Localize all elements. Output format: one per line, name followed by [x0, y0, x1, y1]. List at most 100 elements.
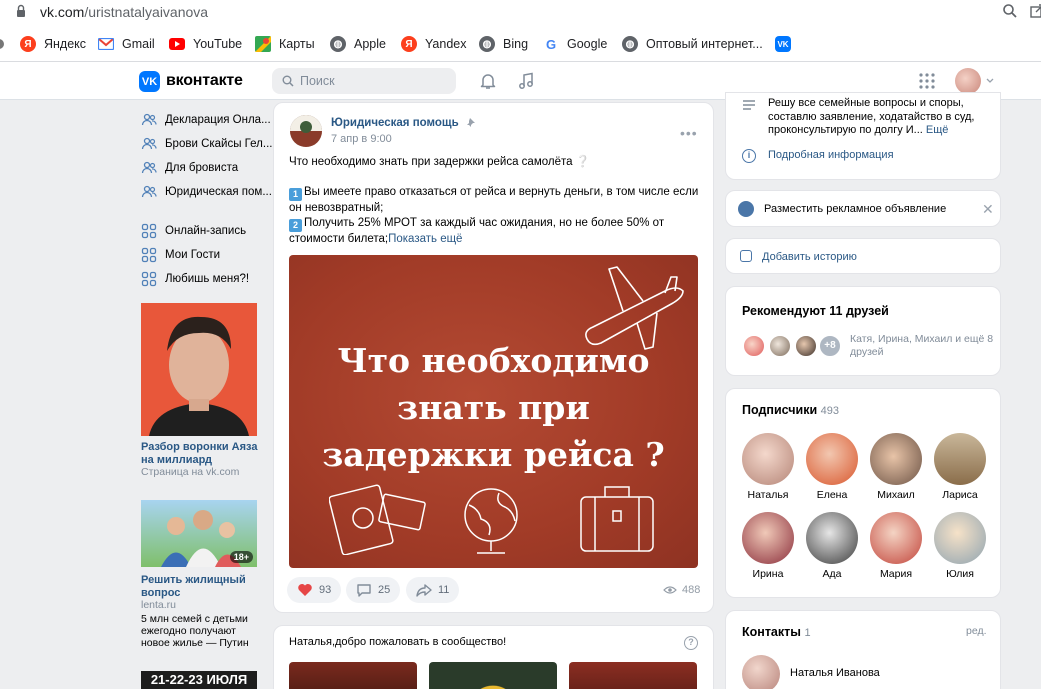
url-host: vk.com [40, 4, 85, 20]
globe-icon [464, 488, 518, 554]
vk-logo-icon[interactable]: VK [139, 71, 160, 92]
post-author-name[interactable]: Юридическая помощь [331, 117, 476, 129]
share-icon[interactable] [1030, 4, 1041, 18]
post-image[interactable]: Что необходимо знать при задержки рейса … [289, 255, 698, 568]
ad2-image[interactable]: 18+ [141, 500, 257, 567]
age-badge: 18+ [229, 551, 253, 563]
ad-title[interactable]: Разбор воронки Аяза на миллиард [141, 441, 261, 467]
comment-button[interactable]: 25 [346, 577, 401, 603]
views-counter: 488 [663, 584, 700, 596]
info-icon: i [742, 149, 756, 163]
close-icon[interactable]: ✕ [982, 201, 994, 218]
post2-image-1[interactable] [289, 662, 417, 689]
avatar [934, 433, 986, 485]
chevron-down-icon[interactable] [986, 78, 994, 84]
show-more-link[interactable]: Показать ещё [388, 233, 462, 245]
contact-avatar[interactable] [742, 655, 780, 689]
sidebar-app-2[interactable]: Мои Гости [141, 245, 220, 265]
bookmark-google[interactable]: G Google [543, 34, 607, 54]
lock-icon [17, 4, 25, 17]
add-story-card[interactable]: Добавить историю [725, 238, 1001, 274]
subscribers-title[interactable]: Подписчики 493 [742, 403, 839, 417]
profile-avatar[interactable] [955, 68, 981, 94]
subscriber-item[interactable]: Юлия [930, 512, 990, 580]
like-button[interactable]: 93 [287, 577, 342, 603]
bookmark-bing[interactable]: ◍ Bing [479, 34, 528, 54]
sidebar-item-label: Мои Гости [165, 249, 221, 261]
search-input[interactable]: Поиск [272, 68, 456, 94]
bookmark-youtube[interactable]: YouTube [169, 34, 242, 54]
url-field[interactable]: vk.com/uristnatalyaivanova [40, 4, 208, 20]
eye-icon [663, 586, 677, 594]
sidebar-group-1[interactable]: Декларация Онла... [141, 110, 271, 130]
ad2-title[interactable]: Решить жилищный вопрос [141, 574, 261, 600]
bookmark-partial[interactable] [0, 34, 12, 54]
subscriber-item[interactable]: Ирина [738, 512, 798, 580]
bookmark-label: YouTube [193, 37, 243, 51]
ad3-banner[interactable]: 21-22-23 ИЮЛЯ [141, 671, 257, 689]
sidebar-group-2[interactable]: Брови Скайсы Гел... [141, 134, 272, 154]
post-date[interactable]: 7 апр в 9:00 [331, 133, 392, 145]
ad-image[interactable] [141, 303, 257, 436]
community-icon [141, 113, 157, 126]
avatar [806, 512, 858, 564]
sidebar-app-1[interactable]: Онлайн-запись [141, 221, 246, 241]
sidebar-group-3[interactable]: Для бровиста [141, 158, 238, 178]
subscriber-item[interactable]: Лариса [930, 433, 990, 501]
megaphone-icon [738, 201, 754, 217]
bookmark-yandex-2[interactable]: Я Yandex [401, 34, 466, 54]
bookmark-label: Gmail [122, 37, 155, 51]
globe-icon: ◍ [330, 36, 346, 52]
contacts-title[interactable]: Контакты 1 [742, 625, 811, 639]
bookmark-vk[interactable]: VK [775, 34, 799, 54]
edit-contacts-link[interactable]: ред. [966, 625, 987, 637]
friend-avatar[interactable] [742, 334, 766, 358]
show-more-description[interactable]: Ещё [926, 124, 949, 136]
bookmark-gmail[interactable]: Gmail [98, 34, 155, 54]
suitcase-icon [580, 486, 654, 552]
community-icon [141, 137, 157, 150]
subscriber-item[interactable]: Наталья [738, 433, 798, 501]
subscriber-item[interactable]: Ада [802, 512, 862, 580]
share-count: 11 [438, 584, 450, 596]
sidebar-app-3[interactable]: Любишь меня?! [141, 269, 249, 289]
details-link[interactable]: Подробная информация [768, 149, 894, 161]
sidebar-item-label: Брови Скайсы Гел... [165, 138, 273, 150]
avatar [742, 512, 794, 564]
sidebar-item-label: Юридическая пом... [165, 186, 272, 198]
subscriber-name: Мария [879, 568, 913, 580]
bell-icon[interactable] [479, 72, 497, 90]
share-button[interactable]: 11 [406, 577, 460, 603]
contact-name[interactable]: Наталья Иванова [790, 667, 880, 679]
post-author-text: Юридическая помощь [331, 117, 459, 129]
post2-image-3[interactable] [569, 662, 697, 689]
recommend-text: Катя, Ирина, Михаил и ещё 8 друзей [850, 333, 994, 358]
bookmark-apple[interactable]: ◍ Apple [330, 34, 386, 54]
youtube-icon [169, 38, 185, 50]
sidebar-group-4[interactable]: Юридическая пом... [141, 182, 272, 202]
music-icon[interactable] [517, 72, 535, 90]
bookmark-maps[interactable]: Карты [255, 34, 315, 54]
apps-icon [141, 271, 157, 287]
friend-avatar[interactable] [794, 334, 818, 358]
subscriber-item[interactable]: Михаил [866, 433, 926, 501]
globe-icon [0, 39, 4, 49]
help-icon[interactable]: ? [684, 636, 698, 650]
subscriber-item[interactable]: Елена [802, 433, 862, 501]
subscriber-item[interactable]: Мария [866, 512, 926, 580]
friend-avatar[interactable] [768, 334, 792, 358]
bookmark-yandex[interactable]: Я Яндекс [20, 34, 86, 54]
more-options-icon[interactable]: ••• [680, 125, 698, 141]
contacts-card: Контакты 1 ред. Наталья Иванова [725, 610, 1001, 689]
ad-create-card[interactable]: Разместить рекламное объявление ✕ [725, 190, 1001, 227]
post-author-avatar[interactable] [290, 115, 322, 147]
recommend-title[interactable]: Рекомендуют 11 друзей [742, 304, 889, 318]
bookmark-opt[interactable]: ◍ Оптовый интернет... [622, 34, 763, 54]
post2-image-2[interactable] [429, 662, 557, 689]
wall-post: Юридическая помощь 7 апр в 9:00 ••• Что … [273, 102, 714, 613]
more-friends-badge[interactable]: +8 [818, 334, 842, 358]
apps-grid-icon[interactable] [919, 73, 935, 89]
vk-logo-text[interactable]: вконтакте [166, 72, 243, 90]
wall-post-2: Наталья,добро пожаловать в сообщество! ? [273, 625, 714, 689]
zoom-icon[interactable] [1002, 3, 1018, 19]
